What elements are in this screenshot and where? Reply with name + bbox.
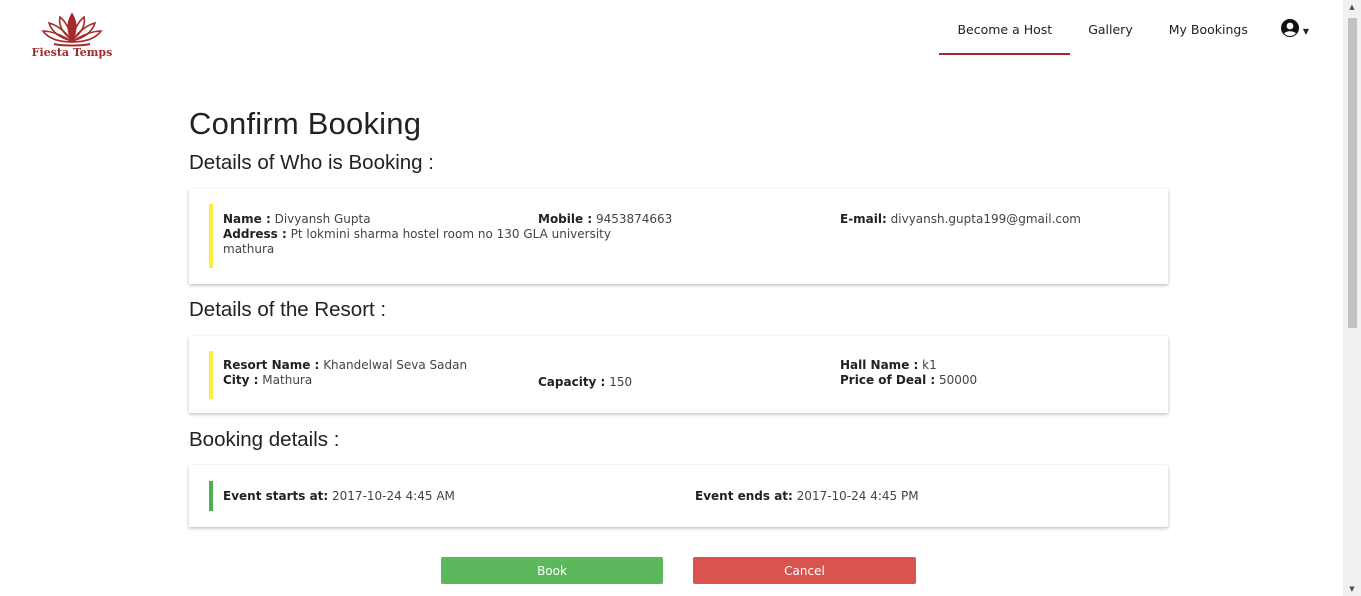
event-start-value: 2017-10-24 4:45 AM	[332, 489, 455, 503]
capacity-label: Capacity :	[538, 375, 606, 389]
scroll-down-arrow-icon[interactable]: ▼	[1343, 582, 1361, 596]
resort-details-card: Resort Name : Khandelwal Seva Sadan City…	[189, 336, 1168, 413]
address-label: Address :	[223, 227, 287, 241]
brand-name: Fiesta Temps	[31, 46, 113, 59]
booking-details-card: Event starts at: 2017-10-24 4:45 AM Even…	[189, 465, 1168, 527]
address-line1: Pt lokmini sharma hostel room no 130 GLA…	[290, 227, 611, 241]
nav-gallery[interactable]: Gallery	[1070, 0, 1151, 56]
price-label: Price of Deal :	[840, 373, 936, 387]
nav-my-bookings[interactable]: My Bookings	[1151, 0, 1266, 56]
nav-become-a-host[interactable]: Become a Host	[939, 0, 1070, 56]
resort-section-title: Details of the Resort :	[189, 298, 387, 321]
booker-details-card: Name : Divyansh Gupta Mobile : 945387466…	[189, 189, 1168, 284]
city-value: Mathura	[262, 373, 313, 387]
resort-name-label: Resort Name :	[223, 358, 320, 372]
city-label: City :	[223, 373, 259, 387]
name-value: Divyansh Gupta	[274, 212, 371, 226]
nav-menu: Become a Host Gallery My Bookings ▼	[939, 0, 1309, 56]
event-end-label: Event ends at:	[695, 489, 793, 503]
address-line2: mathura	[223, 242, 275, 256]
user-menu-dropdown[interactable]: ▼	[1280, 0, 1309, 56]
navbar: Fiesta Temps Become a Host Gallery My Bo…	[0, 0, 1343, 59]
event-end-value: 2017-10-24 4:45 PM	[796, 489, 919, 503]
email-value: divyansh.gupta199@gmail.com	[890, 212, 1081, 226]
booker-section-title: Details of Who is Booking :	[189, 151, 434, 174]
mobile-value: 9453874663	[595, 212, 673, 226]
price-value: 50000	[939, 373, 978, 387]
chevron-down-icon: ▼	[1302, 26, 1309, 36]
page-scrollbar[interactable]: ▲ ▼	[1343, 0, 1361, 596]
scroll-up-arrow-icon[interactable]: ▲	[1343, 0, 1361, 14]
name-label: Name :	[223, 212, 271, 226]
book-button[interactable]: Book	[441, 557, 663, 584]
capacity-value: 150	[609, 375, 633, 389]
hall-name-label: Hall Name :	[840, 358, 919, 372]
user-circle-icon	[1280, 19, 1299, 37]
brand-logo-link[interactable]: Fiesta Temps	[20, 8, 124, 59]
lotus-logo-icon	[41, 12, 103, 47]
hall-name-value: k1	[922, 358, 937, 372]
booker-details-body: Name : Divyansh Gupta Mobile : 945387466…	[209, 204, 1159, 268]
scrollbar-thumb[interactable]	[1348, 18, 1357, 328]
page-title: Confirm Booking	[189, 106, 422, 141]
resort-details-body: Resort Name : Khandelwal Seva Sadan City…	[209, 351, 1159, 399]
resort-name-value: Khandelwal Seva Sadan	[323, 358, 468, 372]
email-label: E-mail:	[840, 212, 887, 226]
cancel-button[interactable]: Cancel	[693, 557, 916, 584]
booking-details-body: Event starts at: 2017-10-24 4:45 AM Even…	[209, 481, 1159, 511]
event-start-label: Event starts at:	[223, 489, 329, 503]
main-content: Confirm Booking	[189, 106, 1169, 142]
mobile-label: Mobile :	[538, 212, 593, 226]
booking-section-title: Booking details :	[189, 428, 340, 451]
